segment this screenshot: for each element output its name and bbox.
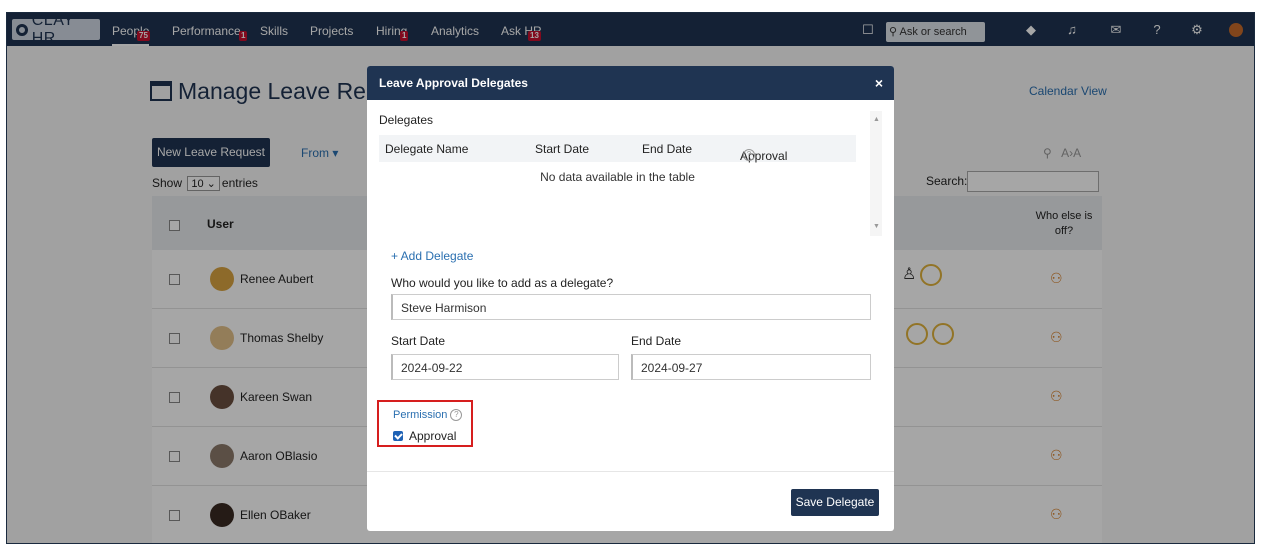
help-icon[interactable]: ? bbox=[743, 149, 755, 161]
help-icon[interactable]: ? bbox=[450, 409, 463, 421]
scroll-down-icon[interactable]: ▼ bbox=[873, 223, 880, 230]
permission-label: Permission? bbox=[393, 409, 463, 421]
add-delegate-link[interactable]: + Add Delegate bbox=[391, 249, 473, 263]
permission-label-text: Permission bbox=[393, 409, 448, 421]
delegates-table-header: Delegate Name Start Date End Date Approv… bbox=[379, 135, 856, 163]
col-start-date[interactable]: Start Date bbox=[535, 142, 589, 156]
empty-table-message: No data available in the table bbox=[540, 170, 695, 184]
close-icon[interactable]: × bbox=[875, 66, 883, 100]
app-window: CLAY HR People 75 Performance 1 Skills Pro… bbox=[6, 12, 1255, 544]
end-date-input[interactable]: 2024-09-27 bbox=[631, 354, 871, 380]
approval-checkbox[interactable]: Approval bbox=[393, 429, 456, 443]
scroll-up-icon[interactable]: ▲ bbox=[873, 116, 880, 123]
save-delegate-button[interactable]: Save Delegate bbox=[791, 489, 879, 516]
delegate-question-label: Who would you like to add as a delegate? bbox=[391, 276, 614, 290]
leave-approval-delegates-modal: Leave Approval Delegates × Delegates Del… bbox=[367, 66, 894, 531]
start-date-input[interactable]: 2024-09-22 bbox=[391, 354, 619, 380]
approval-checkbox-label: Approval bbox=[409, 429, 457, 443]
col-delegate-name[interactable]: Delegate Name bbox=[385, 142, 468, 156]
modal-footer-divider bbox=[367, 471, 894, 472]
col-end-date[interactable]: End Date bbox=[642, 142, 692, 156]
delegates-section-title: Delegates bbox=[379, 113, 434, 127]
modal-title: Leave Approval Delegates bbox=[379, 76, 528, 90]
delegates-scrollbar[interactable]: ▲ ▼ bbox=[870, 111, 882, 236]
delegates-table: Delegate Name Start Date End Date Approv… bbox=[379, 135, 856, 227]
checkbox-checked-icon[interactable] bbox=[393, 431, 403, 441]
delegate-name-input[interactable]: Steve Harmison bbox=[391, 294, 871, 320]
permission-highlight-box: Permission? Approval bbox=[377, 400, 473, 447]
modal-header: Leave Approval Delegates × bbox=[367, 66, 894, 100]
start-date-label: Start Date bbox=[391, 334, 446, 348]
end-date-label: End Date bbox=[631, 334, 682, 348]
